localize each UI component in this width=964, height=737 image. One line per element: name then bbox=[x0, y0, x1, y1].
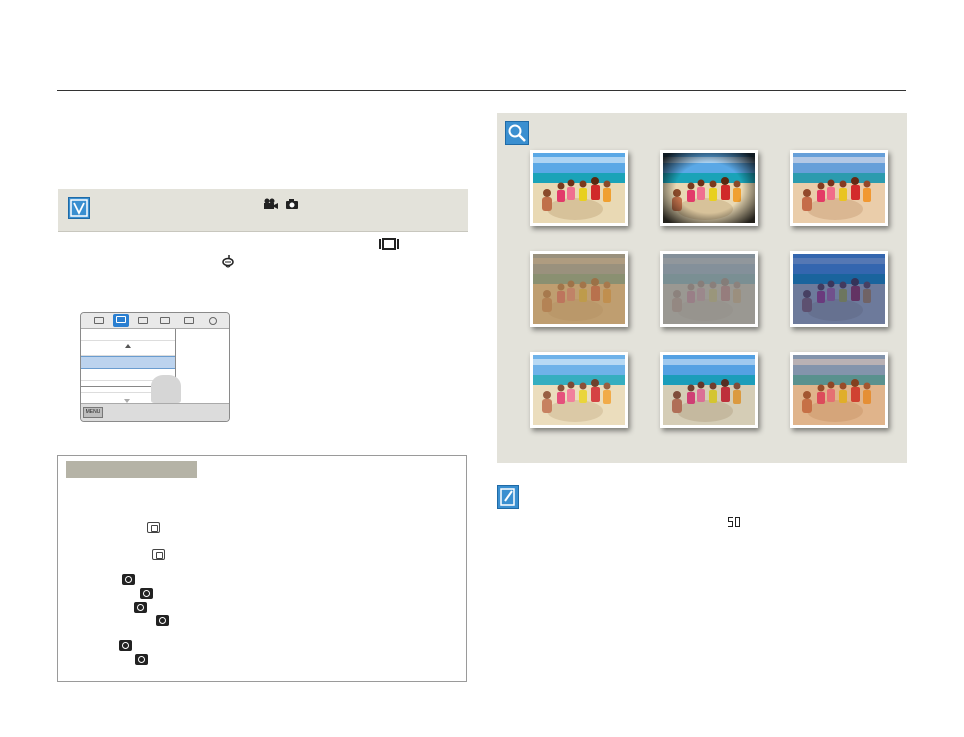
menu-button: MENU bbox=[83, 407, 103, 418]
pencil-note-icon bbox=[497, 485, 519, 509]
tab-hand-icon bbox=[135, 315, 151, 326]
effect-gallery bbox=[497, 113, 907, 463]
menu-items-box bbox=[57, 455, 467, 682]
submenu-icon-6 bbox=[156, 615, 169, 626]
effect-sample-sepia bbox=[530, 251, 628, 327]
submenu-icon-3 bbox=[122, 574, 135, 585]
subject-silhouette bbox=[151, 375, 181, 403]
effect-sample-cool bbox=[660, 352, 758, 428]
display-icon bbox=[378, 238, 400, 250]
submenu-icon-5 bbox=[134, 602, 147, 613]
magnifier-icon bbox=[505, 121, 529, 145]
submenu-icon-1 bbox=[147, 522, 160, 533]
effect-sample-vignette bbox=[660, 150, 758, 226]
section-label-bar bbox=[66, 461, 197, 478]
submenu-icon-8 bbox=[135, 654, 148, 665]
menu-tabs bbox=[81, 313, 229, 329]
prerequisite-box bbox=[58, 189, 468, 232]
tab-quality-icon bbox=[157, 315, 173, 326]
effect-sample-vivid bbox=[790, 150, 888, 226]
tab-home-icon bbox=[181, 315, 197, 326]
submenu-icon-2 bbox=[152, 549, 165, 560]
diver-mask-icon bbox=[222, 254, 234, 268]
menu-screen-footer: MENU bbox=[81, 403, 229, 421]
menu-screen-illustration: MENU bbox=[80, 312, 230, 422]
submenu-icon-7 bbox=[119, 640, 132, 651]
movie-camera-icon bbox=[263, 198, 279, 210]
tab-settings-icon bbox=[205, 315, 221, 326]
effect-sample-negative bbox=[790, 251, 888, 327]
tab-display-icon bbox=[91, 315, 107, 326]
effect-sample-pastel bbox=[530, 352, 628, 428]
effect-sample-normal bbox=[530, 150, 628, 226]
check-icon bbox=[68, 197, 90, 219]
effect-sample-warm bbox=[790, 352, 888, 428]
sd-card-icon bbox=[727, 516, 741, 531]
effect-sample-black-white bbox=[660, 251, 758, 327]
top-divider bbox=[57, 90, 906, 91]
submenu-icon-4 bbox=[140, 588, 153, 599]
camera-icon bbox=[285, 198, 299, 210]
tab-scene-icon bbox=[113, 314, 129, 327]
